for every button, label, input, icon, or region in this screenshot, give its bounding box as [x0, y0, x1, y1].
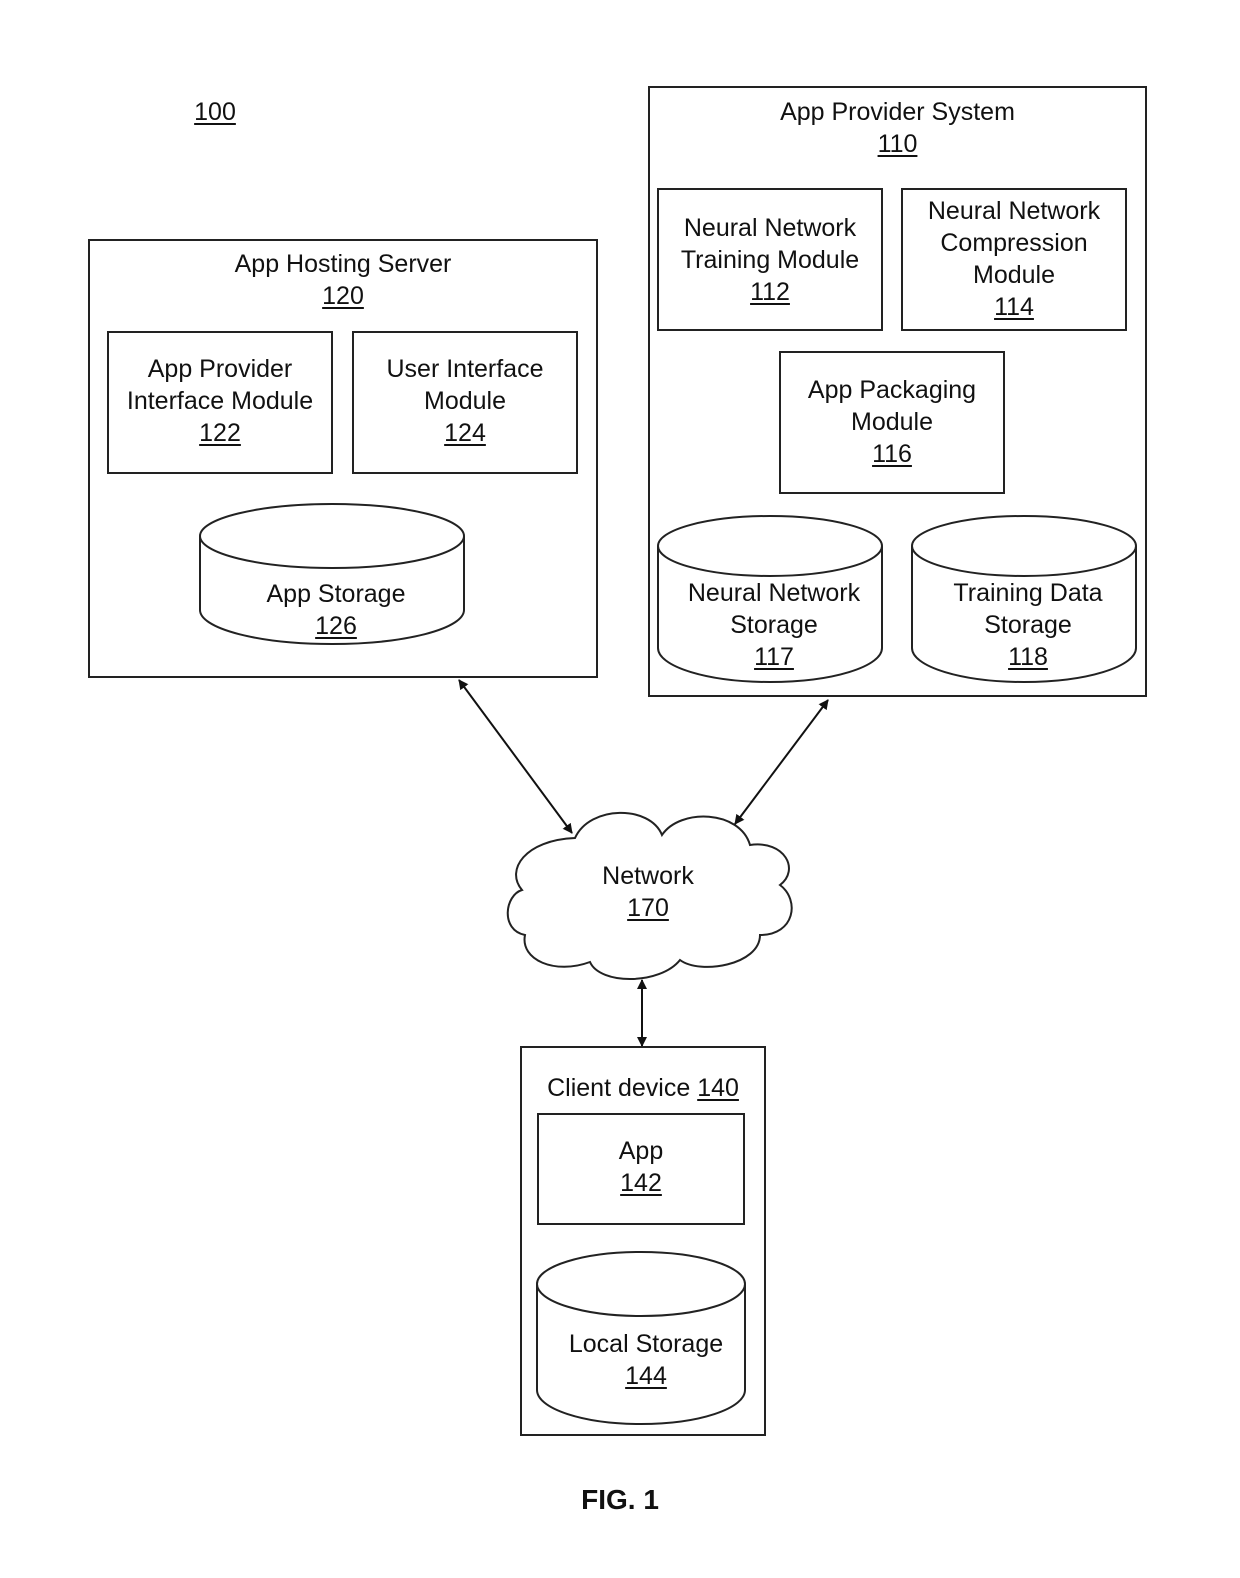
app-provider-interface-module-ref: 122: [199, 419, 241, 447]
app-hosting-server-title: App Hosting Server: [234, 250, 452, 278]
nn-training-module-line2: Training Module: [680, 246, 860, 274]
user-interface-module-line1: User Interface: [386, 355, 544, 383]
nn-compression-module-line3: Module: [973, 261, 1055, 289]
client-app-label: App 142: [537, 1135, 745, 1199]
app-packaging-module-line2: Module: [851, 408, 933, 436]
user-interface-module-line2: Module: [424, 387, 506, 415]
app-packaging-module-ref: 116: [872, 440, 912, 468]
nn-training-module-label: Neural Network Training Module 112: [657, 212, 883, 308]
local-storage-line1: Local Storage: [568, 1330, 724, 1358]
figure-caption: FIG. 1: [581, 1484, 659, 1515]
app-packaging-module-line1: App Packaging: [807, 376, 977, 404]
app-provider-interface-module-line2: Interface Module: [126, 387, 314, 415]
app-hosting-server-ref: 120: [322, 282, 364, 310]
network-ref: 170: [627, 894, 669, 922]
nn-storage-line1: Neural Network: [687, 579, 861, 607]
nn-compression-module-line1: Neural Network: [927, 197, 1101, 225]
app-provider-interface-module-line1: App Provider: [147, 355, 293, 383]
app-packaging-module-label: App Packaging Module 116: [779, 374, 1005, 470]
app-provider-system-title: App Provider System: [780, 98, 1015, 126]
nn-storage-line2: Storage: [730, 611, 818, 639]
nn-compression-module-label: Neural Network Compression Module 114: [901, 195, 1127, 323]
app-storage-line1: App Storage: [266, 580, 406, 608]
training-data-storage-label: Training Data Storage 118: [912, 577, 1144, 673]
arrow-provider-network: [734, 699, 829, 825]
user-interface-module-ref: 124: [444, 419, 486, 447]
arrow-hosting-network: [458, 679, 573, 834]
local-storage-label: Local Storage 144: [537, 1328, 755, 1392]
nn-compression-module-ref: 114: [994, 293, 1034, 321]
network-title: Network: [602, 862, 694, 890]
client-device-title: Client device: [547, 1074, 691, 1102]
nn-compression-module-line2: Compression: [940, 229, 1088, 257]
user-interface-module-label: User Interface Module 124: [352, 353, 578, 449]
nn-storage-ref: 117: [754, 643, 794, 671]
training-data-storage-line1: Training Data: [953, 579, 1103, 607]
app-hosting-server-label: App Hosting Server 120: [88, 248, 598, 312]
client-app-ref: 142: [620, 1169, 662, 1197]
local-storage-ref: 144: [625, 1362, 667, 1390]
training-data-storage-ref: 118: [1008, 643, 1048, 671]
nn-training-module-ref: 112: [750, 278, 790, 306]
network-label: Network 170: [568, 860, 728, 924]
client-app-line1: App: [618, 1137, 664, 1165]
app-storage-label: App Storage 126: [200, 578, 472, 642]
nn-training-module-line1: Neural Network: [683, 214, 857, 242]
client-device-ref: 140: [697, 1074, 739, 1102]
app-storage-ref: 126: [315, 612, 357, 640]
client-device-label: Client device 140: [520, 1072, 766, 1104]
nn-storage-label: Neural Network Storage 117: [658, 577, 890, 673]
app-provider-system-label: App Provider System 110: [648, 96, 1147, 160]
training-data-storage-line2: Storage: [984, 611, 1072, 639]
app-provider-system-ref: 110: [877, 130, 918, 158]
app-provider-interface-module-label: App Provider Interface Module 122: [107, 353, 333, 449]
